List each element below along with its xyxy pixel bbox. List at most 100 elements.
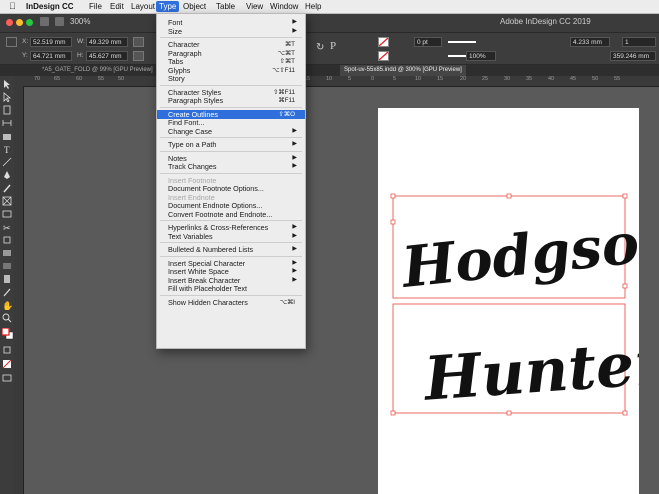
h-field[interactable]: 45.627 mm xyxy=(86,51,128,61)
menu-edit[interactable]: Edit xyxy=(107,1,127,12)
svg-text:✂: ✂ xyxy=(3,223,11,232)
menu-help[interactable]: Help xyxy=(302,1,324,12)
apply-none-icon[interactable] xyxy=(2,359,12,369)
opacity-field[interactable]: 100% xyxy=(466,51,496,61)
zoom-icon[interactable] xyxy=(26,19,33,26)
menu-item-convert-footnote-and-endnote[interactable]: Convert Footnote and Endnote... xyxy=(157,210,305,219)
type-tool-icon[interactable]: T xyxy=(2,144,12,154)
menu-type[interactable]: Type xyxy=(156,1,180,12)
gradient-swatch-icon[interactable] xyxy=(2,248,12,258)
rectangle-frame-icon[interactable] xyxy=(2,196,12,206)
stroke-weight-field[interactable]: 0 pt xyxy=(414,37,442,47)
selection-tool-icon[interactable] xyxy=(2,79,12,89)
ruler-tick: 55 xyxy=(98,76,105,82)
scale-icon[interactable] xyxy=(133,37,144,47)
menu-table[interactable]: Table xyxy=(213,1,238,12)
gradient-feather-icon[interactable] xyxy=(2,261,12,271)
ruler-tick: 50 xyxy=(592,76,599,82)
gap-tool-icon[interactable] xyxy=(2,118,12,128)
submenu-arrow-icon: ▶ xyxy=(292,232,297,239)
menu-item-label: Paragraph Styles xyxy=(168,96,224,105)
minimize-icon[interactable] xyxy=(16,19,23,26)
ruler-tick: 40 xyxy=(548,76,555,82)
bridge-icon[interactable] xyxy=(40,17,49,26)
columns-field[interactable]: 1 xyxy=(622,37,656,47)
menu-item-fill-with-placeholder-text[interactable]: Fill with Placeholder Text xyxy=(157,284,305,293)
fill-swatch-icon[interactable] xyxy=(378,37,389,47)
type-menu-dropdown: Font ▶ Size ▶ Character ⌘T Paragraph ⌥⌘T Tabs ⇧⌘T… xyxy=(156,13,306,349)
ruler-tick: 5 xyxy=(348,76,352,82)
scissors-icon[interactable]: ✂ xyxy=(2,222,12,232)
vertical-ruler[interactable] xyxy=(14,86,24,494)
direct-selection-icon[interactable] xyxy=(2,92,12,102)
reference-point-icon[interactable] xyxy=(6,37,17,47)
stroke-type-preview[interactable] xyxy=(448,41,476,43)
stock-icon[interactable] xyxy=(55,17,64,26)
menu-view[interactable]: View xyxy=(243,1,266,12)
ruler-tick: 55 xyxy=(614,76,621,82)
menu-separator xyxy=(160,37,302,38)
formatting-container-icon[interactable] xyxy=(2,345,12,355)
rotate-arrow-icon[interactable]: ↻ xyxy=(316,42,324,53)
menu-item-show-hidden-characters[interactable]: Show Hidden Characters ⌥⌘I xyxy=(157,298,305,307)
document-page[interactable]: Hodgson Hunter xyxy=(378,108,639,494)
menu-item-size[interactable]: Size ▶ xyxy=(157,27,305,36)
menu-item-type-on-a-path[interactable]: Type on a Path ▶ xyxy=(157,140,305,149)
fill-stroke-icon[interactable] xyxy=(2,328,14,340)
close-icon[interactable] xyxy=(6,19,13,26)
menu-item-label: Track Changes xyxy=(168,162,217,171)
stroke-swatch-icon[interactable] xyxy=(378,51,389,61)
menu-file[interactable]: File xyxy=(86,1,105,12)
artwork[interactable]: Hodgson Hunter xyxy=(378,108,639,494)
menu-separator xyxy=(160,137,302,138)
eyedropper-icon[interactable] xyxy=(2,287,12,297)
menu-separator xyxy=(160,150,302,152)
menu-item-bulleted-numbered-lists[interactable]: Bulleted & Numbered Lists ▶ xyxy=(157,245,305,254)
apple-icon[interactable]:  xyxy=(6,1,19,12)
menu-item-text-variables[interactable]: Text Variables ▶ xyxy=(157,232,305,241)
menu-object[interactable]: Object xyxy=(180,1,209,12)
submenu-arrow-icon: ▶ xyxy=(292,127,297,134)
gutter-field[interactable]: 359.246 mm xyxy=(610,51,656,61)
menu-separator xyxy=(160,220,302,221)
ruler-tick: 0 xyxy=(371,76,375,82)
menu-item-track-changes[interactable]: Track Changes ▶ xyxy=(157,162,305,171)
rectangle-tool-icon[interactable] xyxy=(2,209,12,219)
hand-tool-icon[interactable]: ✋ xyxy=(2,300,12,310)
ruler-tick: 70 xyxy=(34,76,41,82)
menu-separator xyxy=(160,172,302,174)
hodgson-text: Hodgson xyxy=(397,206,639,301)
zoom-tool-icon[interactable] xyxy=(2,313,12,323)
tab-a5-gate-fold[interactable]: *A5_GATE_FOLD @ 99% [GPU Preview] xyxy=(38,65,157,76)
screen-mode-icon[interactable] xyxy=(2,373,12,383)
pen-tool-icon[interactable] xyxy=(2,170,12,180)
menu-window[interactable]: Window xyxy=(267,1,301,12)
menu-item-story[interactable]: Story xyxy=(157,74,305,83)
menu-item-label: Show Hidden Characters xyxy=(168,297,248,307)
menu-item-change-case[interactable]: Change Case ▶ xyxy=(157,127,305,136)
line-tool-icon[interactable] xyxy=(2,157,12,167)
menu-item-label: Change Case xyxy=(168,126,212,136)
svg-text:T: T xyxy=(4,145,10,154)
submenu-arrow-icon: ▶ xyxy=(292,141,297,147)
menu-indesign[interactable]: InDesign CC xyxy=(23,1,77,12)
y-field[interactable]: 64.721 mm xyxy=(30,51,72,61)
menu-layout[interactable]: Layout xyxy=(128,1,158,12)
pencil-tool-icon[interactable] xyxy=(2,183,12,193)
text-icon[interactable]: P xyxy=(330,40,336,52)
horizontal-ruler[interactable]: 70 65 60 55 50 15 10 5 0 5 10 15 20 25 30 35 40 45 50 55 xyxy=(14,76,659,87)
x-field[interactable]: 52.519 mm xyxy=(30,37,72,47)
zoom-level[interactable]: 300% xyxy=(70,17,90,26)
w-field[interactable]: 49.329 mm xyxy=(86,37,128,47)
menu-item-paragraph-styles[interactable]: Paragraph Styles ⌘F11 xyxy=(157,96,305,105)
menu-item-label: Text Variables xyxy=(168,231,213,241)
ref-size-field[interactable]: 4.233 mm xyxy=(570,37,610,47)
free-transform-icon[interactable] xyxy=(2,235,12,245)
rotate-icon[interactable] xyxy=(133,51,144,61)
content-collector-icon[interactable] xyxy=(2,131,12,141)
note-tool-icon[interactable] xyxy=(2,274,12,284)
menu-separator xyxy=(160,242,302,243)
tab-spot-uv[interactable]: Spot-uv-55x85.indd @ 300% [GPU Preview] xyxy=(340,65,466,76)
ruler-tick: 65 xyxy=(54,76,61,82)
page-tool-icon[interactable] xyxy=(2,105,12,115)
